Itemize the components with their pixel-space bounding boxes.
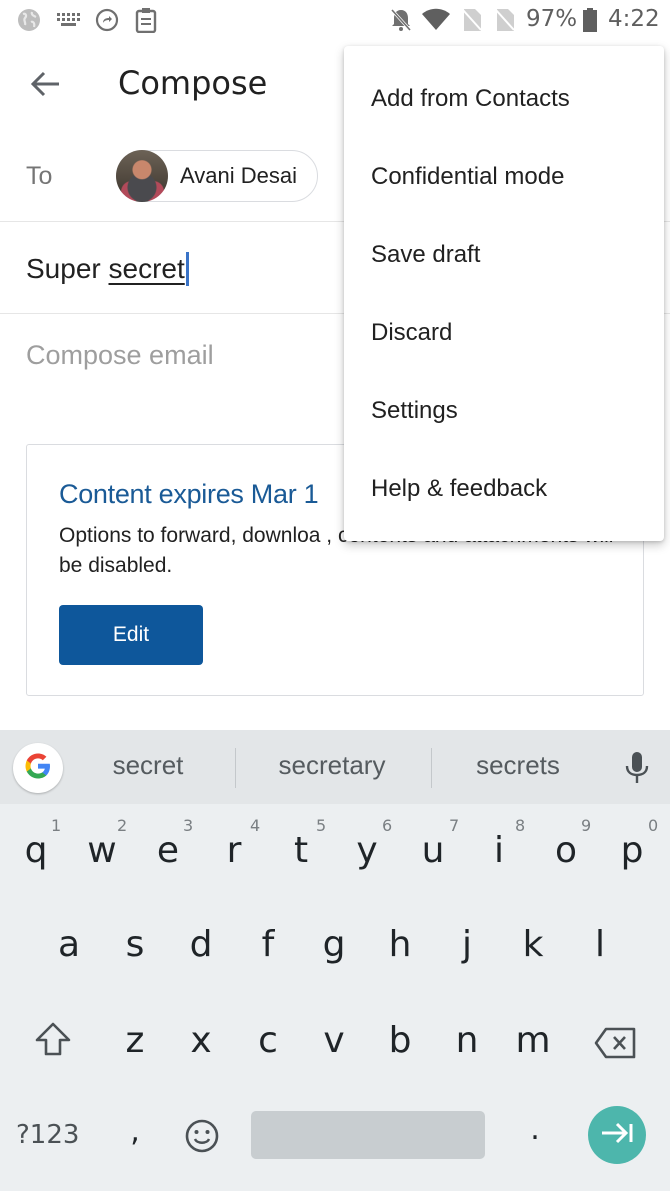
key-k[interactable]: k (513, 924, 553, 965)
key-hint-2: 2 (117, 816, 128, 835)
arrow-back-icon (30, 71, 61, 102)
overflow-menu: Add from Contacts Confidential mode Save… (344, 46, 664, 541)
text-cursor (185, 252, 189, 286)
key-i[interactable]: i (479, 830, 519, 871)
subject-text: Super (26, 253, 109, 284)
key-t[interactable]: t (281, 830, 321, 871)
key-hint-0: 0 (648, 816, 659, 835)
share-arrow-icon (94, 8, 120, 32)
no-sim-icon (494, 8, 516, 32)
key-s[interactable]: s (115, 924, 155, 965)
key-hint-4: 4 (250, 816, 261, 835)
suggestion-divider (235, 748, 236, 788)
back-button[interactable] (22, 64, 70, 108)
key-w[interactable]: w (82, 830, 122, 871)
suggestion-3[interactable]: secrets (452, 750, 584, 781)
bell-off-icon (389, 8, 413, 32)
to-label: To (26, 162, 53, 190)
period-key[interactable]: . (520, 1112, 550, 1147)
page-title: Compose (118, 64, 268, 102)
key-c[interactable]: c (248, 1020, 288, 1061)
key-p[interactable]: p (612, 830, 652, 871)
menu-item-save-draft[interactable]: Save draft (344, 216, 664, 294)
emoji-key[interactable] (182, 1118, 222, 1158)
enter-next-button[interactable] (588, 1106, 646, 1164)
key-hint-5: 5 (316, 816, 327, 835)
shift-key[interactable] (30, 1020, 76, 1066)
keyboard-icon (56, 8, 82, 32)
microphone-icon (620, 752, 654, 790)
subject-input[interactable]: Super secret (26, 252, 189, 286)
google-button[interactable] (13, 743, 63, 793)
key-hint-9: 9 (581, 816, 592, 835)
google-g-icon (23, 751, 53, 786)
key-d[interactable]: d (181, 924, 221, 965)
key-o[interactable]: o (546, 830, 586, 871)
key-a[interactable]: a (49, 924, 89, 965)
key-n[interactable]: n (447, 1020, 487, 1061)
key-q[interactable]: q (16, 830, 56, 871)
key-r[interactable]: r (214, 830, 254, 871)
keyboard: secret secretary secrets q w e r t y u i… (0, 730, 670, 1191)
clock: 4:22 (608, 6, 660, 32)
key-z[interactable]: z (115, 1020, 155, 1061)
battery-icon (582, 8, 598, 32)
recipient-name: Avani Desai (180, 163, 297, 188)
globe-icon (16, 8, 42, 32)
key-hint-8: 8 (515, 816, 526, 835)
voice-input-button[interactable] (620, 750, 654, 786)
key-m[interactable]: m (513, 1020, 553, 1061)
suggestion-divider (431, 748, 432, 788)
key-x[interactable]: x (181, 1020, 221, 1061)
menu-item-help-feedback[interactable]: Help & feedback (344, 450, 664, 528)
subject-composing-word: secret (108, 253, 185, 284)
recipient-chip[interactable]: Avani Desai (116, 149, 318, 202)
key-g[interactable]: g (314, 924, 354, 965)
key-l[interactable]: l (580, 924, 620, 965)
key-hint-6: 6 (382, 816, 393, 835)
backspace-key[interactable] (592, 1026, 640, 1066)
key-hint-7: 7 (449, 816, 460, 835)
wifi-icon (420, 8, 452, 32)
key-h[interactable]: h (380, 924, 420, 965)
emoji-icon (184, 1119, 220, 1163)
key-v[interactable]: v (314, 1020, 354, 1061)
key-f[interactable]: f (248, 924, 288, 965)
suggestion-bar: secret secretary secrets (0, 730, 670, 804)
space-bar[interactable] (251, 1111, 485, 1159)
suggestion-2[interactable]: secretary (252, 750, 412, 781)
menu-item-discard[interactable]: Discard (344, 294, 664, 372)
key-hint-1: 1 (51, 816, 62, 835)
symbols-key[interactable]: ?123 (16, 1120, 79, 1150)
body-input[interactable]: Compose email (26, 340, 214, 371)
edit-button[interactable]: Edit (59, 605, 203, 665)
menu-item-confidential-mode[interactable]: Confidential mode (344, 138, 664, 216)
key-b[interactable]: b (380, 1020, 420, 1061)
menu-item-add-from-contacts[interactable]: Add from Contacts (344, 60, 664, 138)
key-y[interactable]: y (347, 830, 387, 871)
menu-item-settings[interactable]: Settings (344, 372, 664, 450)
tab-next-icon (600, 1121, 634, 1150)
suggestion-1[interactable]: secret (88, 750, 208, 781)
comma-key[interactable]: , (120, 1114, 150, 1149)
key-hint-3: 3 (183, 816, 194, 835)
avatar (116, 149, 168, 202)
no-sim-icon (461, 8, 483, 32)
key-u[interactable]: u (413, 830, 453, 871)
key-e[interactable]: e (148, 830, 188, 871)
status-bar: 97% 4:22 (0, 0, 670, 40)
backspace-icon (594, 1027, 638, 1069)
expiry-title: Content expires Mar 1 (59, 479, 319, 509)
shift-icon (33, 1022, 73, 1069)
key-j[interactable]: j (447, 924, 487, 965)
battery-percent: 97% (526, 6, 578, 32)
clipboard-icon (133, 8, 159, 33)
